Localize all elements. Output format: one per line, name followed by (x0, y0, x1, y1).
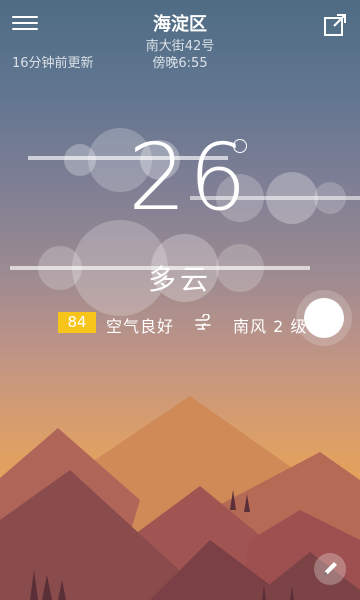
degree-symbol (233, 139, 247, 153)
aqi-badge: 84 (58, 312, 96, 333)
update-status: 16分钟前更新 (12, 56, 94, 71)
weather-scene-background (0, 128, 360, 600)
top-bar: 海淀区 南大街42号 傍晚6:55 16分钟前更新 (0, 0, 360, 80)
weather-screen: 海淀区 南大街42号 傍晚6:55 16分钟前更新 26 多云 84 空气良好 … (0, 0, 360, 600)
pencil-icon (324, 562, 337, 575)
weather-condition: 多云 (147, 263, 212, 296)
location-title: 海淀区 (153, 14, 207, 35)
temperature-value: 26 (128, 124, 250, 231)
aqi-label: 空气良好 (106, 317, 175, 336)
wind-info: 南风 2 级 (233, 317, 308, 336)
edit-button[interactable] (314, 553, 346, 585)
share-icon[interactable] (322, 12, 348, 38)
wind-icon (195, 314, 211, 330)
